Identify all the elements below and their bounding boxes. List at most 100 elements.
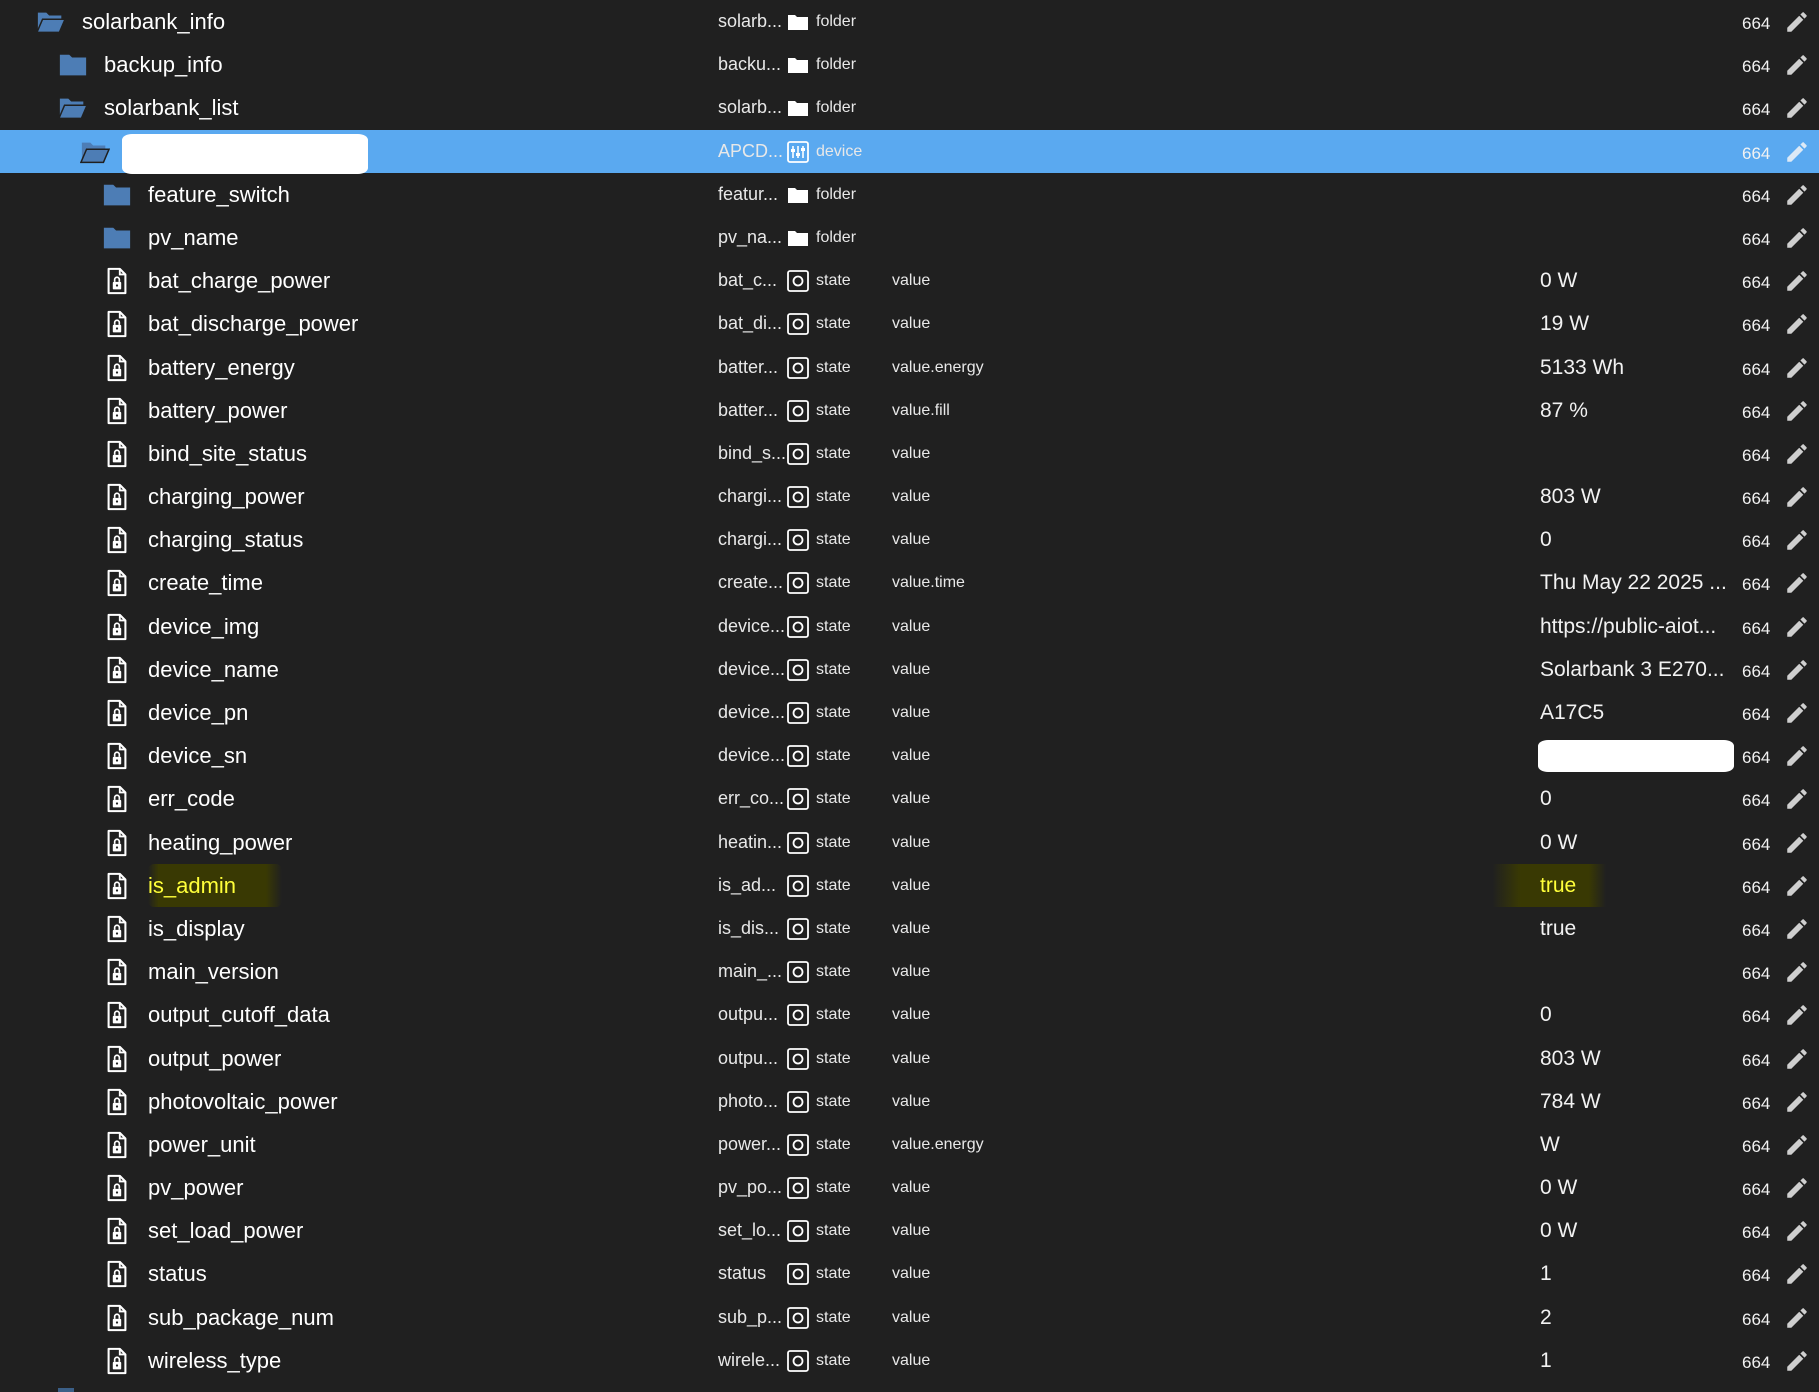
file-lock-icon[interactable] (102, 742, 132, 770)
pencil-icon[interactable] (1784, 614, 1810, 640)
pencil-icon[interactable] (1784, 484, 1810, 510)
file-lock-icon[interactable] (102, 829, 132, 857)
pencil-icon[interactable] (1784, 225, 1810, 251)
file-lock-icon[interactable] (102, 397, 132, 425)
pencil-icon[interactable] (1784, 1348, 1810, 1374)
tree-row[interactable]: charging_status chargi... state value 0 664 (0, 518, 1819, 561)
tree-row[interactable]: create_time create... state value.time Thu M… (0, 561, 1819, 604)
file-lock-icon[interactable] (102, 1045, 132, 1073)
pencil-icon[interactable] (1784, 441, 1810, 467)
file-lock-icon[interactable] (102, 872, 132, 900)
object-value[interactable]: 87 % (1540, 389, 1588, 432)
tree-row[interactable]: solarbank_list solarb... folder 664 (0, 86, 1819, 129)
pencil-icon[interactable] (1784, 916, 1810, 942)
file-lock-icon[interactable] (102, 354, 132, 382)
tree-row[interactable]: main_version main_... state value 664 (0, 950, 1819, 993)
pencil-icon[interactable] (1784, 1218, 1810, 1244)
tree-row[interactable]: bind_site_status bind_s... state value 664 (0, 432, 1819, 475)
file-lock-icon[interactable] (102, 656, 132, 684)
file-lock-icon[interactable] (102, 915, 132, 943)
tree-row[interactable]: battery_power batter... state value.fill 87 … (0, 389, 1819, 432)
pencil-icon[interactable] (1784, 1261, 1810, 1287)
object-value[interactable]: 1 (1540, 1252, 1552, 1295)
pencil-icon[interactable] (1784, 355, 1810, 381)
tree-row[interactable]: pv_power pv_po... state value 0 W 664 (0, 1166, 1819, 1209)
pencil-icon[interactable] (1784, 570, 1810, 596)
object-value[interactable]: 1 (1540, 1339, 1552, 1382)
pencil-icon[interactable] (1784, 268, 1810, 294)
pencil-icon[interactable] (1784, 657, 1810, 683)
object-value[interactable]: 784 W (1540, 1080, 1601, 1123)
tree-row[interactable]: status status state value 1 664 (0, 1252, 1819, 1295)
pencil-icon[interactable] (1784, 95, 1810, 121)
tree-row[interactable]: set_load_power set_lo... state value 0 W 664 (0, 1209, 1819, 1252)
tree-row[interactable]: output_cutoff_data outpu... state value 0 664 (0, 993, 1819, 1036)
file-lock-icon[interactable] (102, 526, 132, 554)
object-value[interactable]: true (1492, 863, 1607, 907)
pencil-icon[interactable] (1784, 1175, 1810, 1201)
tree-row[interactable]: device_name device... state value Solarbank … (0, 648, 1819, 691)
file-lock-icon[interactable] (102, 1217, 132, 1245)
folder-closed-icon[interactable] (102, 181, 132, 209)
folder-closed-icon[interactable] (102, 224, 132, 252)
tree-row[interactable]: solarbank_info solarb... folder 664 (0, 0, 1819, 43)
object-value[interactable]: A17C5 (1540, 691, 1604, 734)
tree-row[interactable]: device_pn device... state value A17C5 664 (0, 691, 1819, 734)
tree-row[interactable]: battery_energy batter... state value.energy… (0, 346, 1819, 389)
pencil-icon[interactable] (1784, 786, 1810, 812)
pencil-icon[interactable] (1784, 9, 1810, 35)
file-lock-icon[interactable] (102, 699, 132, 727)
pencil-icon[interactable] (1784, 1089, 1810, 1115)
pencil-icon[interactable] (1784, 398, 1810, 424)
object-value[interactable]: 0 (1540, 518, 1552, 561)
pencil-icon[interactable] (1784, 1046, 1810, 1072)
tree-row[interactable]: charging_power chargi... state value 803 W 66… (0, 475, 1819, 518)
tree-row[interactable]: err_code err_co... state value 0 664 (0, 777, 1819, 820)
file-lock-icon[interactable] (102, 310, 132, 338)
pencil-icon[interactable] (1784, 743, 1810, 769)
pencil-icon[interactable] (1784, 311, 1810, 337)
tree-row[interactable]: photovoltaic_power photo... state value 784 … (0, 1080, 1819, 1123)
file-lock-icon[interactable] (102, 613, 132, 641)
object-value[interactable]: 5133 Wh (1540, 346, 1624, 389)
tree-row[interactable]: APCD... device 664 (0, 129, 1819, 174)
tree-row[interactable]: pv_name pv_na... folder 664 (0, 216, 1819, 259)
object-value[interactable]: 0 (1540, 993, 1552, 1036)
file-lock-icon[interactable] (102, 1131, 132, 1159)
file-lock-icon[interactable] (102, 569, 132, 597)
object-value[interactable]: 0 W (1540, 1166, 1577, 1209)
object-value[interactable]: true (1540, 907, 1576, 950)
pencil-icon[interactable] (1784, 527, 1810, 553)
object-value[interactable]: https://public-aiot... (1540, 605, 1716, 648)
file-lock-icon[interactable] (102, 958, 132, 986)
file-lock-icon[interactable] (102, 440, 132, 468)
pencil-icon[interactable] (1784, 52, 1810, 78)
tree-row[interactable]: output_power outpu... state value 803 W 664 (0, 1037, 1819, 1080)
file-lock-icon[interactable] (102, 1088, 132, 1116)
tree-row[interactable]: is_display is_dis... state value true 664 (0, 907, 1819, 950)
tree-row[interactable]: device_sn device... state value 664 (0, 734, 1819, 777)
folder-open-icon[interactable] (58, 94, 88, 122)
pencil-icon[interactable] (1784, 873, 1810, 899)
tree-row[interactable]: bat_charge_power bat_c... state value 0 W 664 (0, 259, 1819, 302)
pencil-icon[interactable] (1784, 959, 1810, 985)
object-value[interactable]: 0 (1540, 777, 1552, 820)
object-value[interactable]: 2 (1540, 1296, 1552, 1339)
pencil-icon[interactable] (1784, 1002, 1810, 1028)
object-value[interactable]: 803 W (1540, 1037, 1601, 1080)
tree-row[interactable]: bat_discharge_power bat_di... state value 19… (0, 302, 1819, 345)
tree-row[interactable]: sub_package_num sub_p... state value 2 664 (0, 1296, 1819, 1339)
file-lock-icon[interactable] (102, 267, 132, 295)
pencil-icon[interactable] (1784, 182, 1810, 208)
pencil-icon[interactable] (1784, 1305, 1810, 1331)
folder-open-icon[interactable] (36, 8, 66, 36)
tree-row[interactable]: power_unit power... state value.energy W 664 (0, 1123, 1819, 1166)
object-value[interactable]: 0 W (1540, 1209, 1577, 1252)
object-value[interactable]: Thu May 22 2025 ... (1540, 561, 1727, 604)
pencil-icon[interactable] (1784, 700, 1810, 726)
tree-row[interactable]: is_admin is_ad... state value true 664 (0, 863, 1819, 907)
object-value[interactable]: 0 W (1540, 259, 1577, 302)
tree-row[interactable]: wireless_type wirele... state value 1 664 (0, 1339, 1819, 1382)
pencil-icon[interactable] (1784, 830, 1810, 856)
file-lock-icon[interactable] (102, 483, 132, 511)
